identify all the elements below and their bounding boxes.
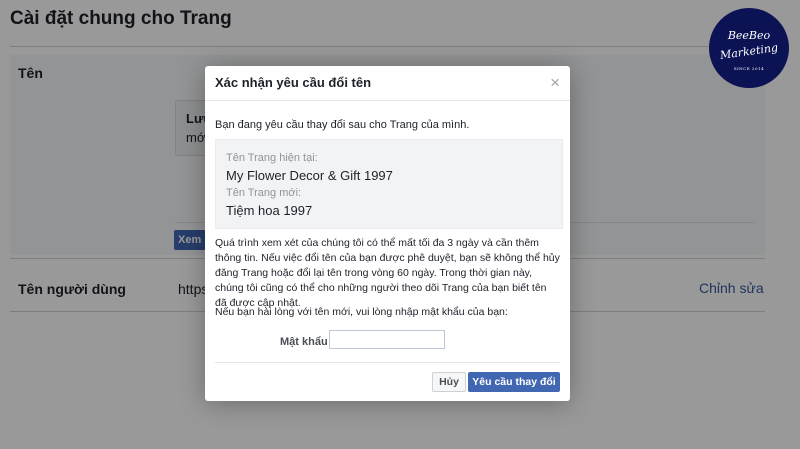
password-label: Mật khẩu bbox=[280, 336, 328, 348]
beebeo-marketing-logo: BeeBeo Marketing SINCE 2014 bbox=[709, 8, 789, 88]
cancel-button[interactable]: Hủy bbox=[432, 372, 466, 392]
name-change-summary: Tên Trang hiện tại: My Flower Decor & Gi… bbox=[215, 139, 563, 229]
request-change-button[interactable]: Yêu cầu thay đổi bbox=[468, 372, 560, 392]
dialog-title: Xác nhận yêu cầu đổi tên bbox=[215, 75, 372, 90]
dialog-header: Xác nhận yêu cầu đổi tên × bbox=[205, 66, 570, 101]
dialog-intro: Bạn đang yêu cầu thay đổi sau cho Trang … bbox=[215, 119, 470, 131]
new-name-label: Tên Trang mới: bbox=[226, 187, 302, 199]
logo-line-2: Marketing bbox=[719, 41, 779, 62]
password-input[interactable] bbox=[329, 330, 445, 349]
dialog-footer-divider bbox=[215, 362, 560, 363]
logo-line-3: SINCE 2014 bbox=[733, 66, 765, 71]
new-name-value: Tiệm hoa 1997 bbox=[226, 203, 313, 218]
current-name-label: Tên Trang hiện tại: bbox=[226, 152, 318, 164]
close-icon[interactable]: × bbox=[550, 73, 560, 93]
current-name-value: My Flower Decor & Gift 1997 bbox=[226, 168, 393, 183]
rename-confirm-dialog: Xác nhận yêu cầu đổi tên × Bạn đang yêu … bbox=[205, 66, 570, 401]
review-info-paragraph: Quá trình xem xét của chúng tôi có thể m… bbox=[215, 237, 560, 309]
password-prompt: Nếu bạn hài lòng với tên mới, vui lòng n… bbox=[215, 306, 508, 318]
